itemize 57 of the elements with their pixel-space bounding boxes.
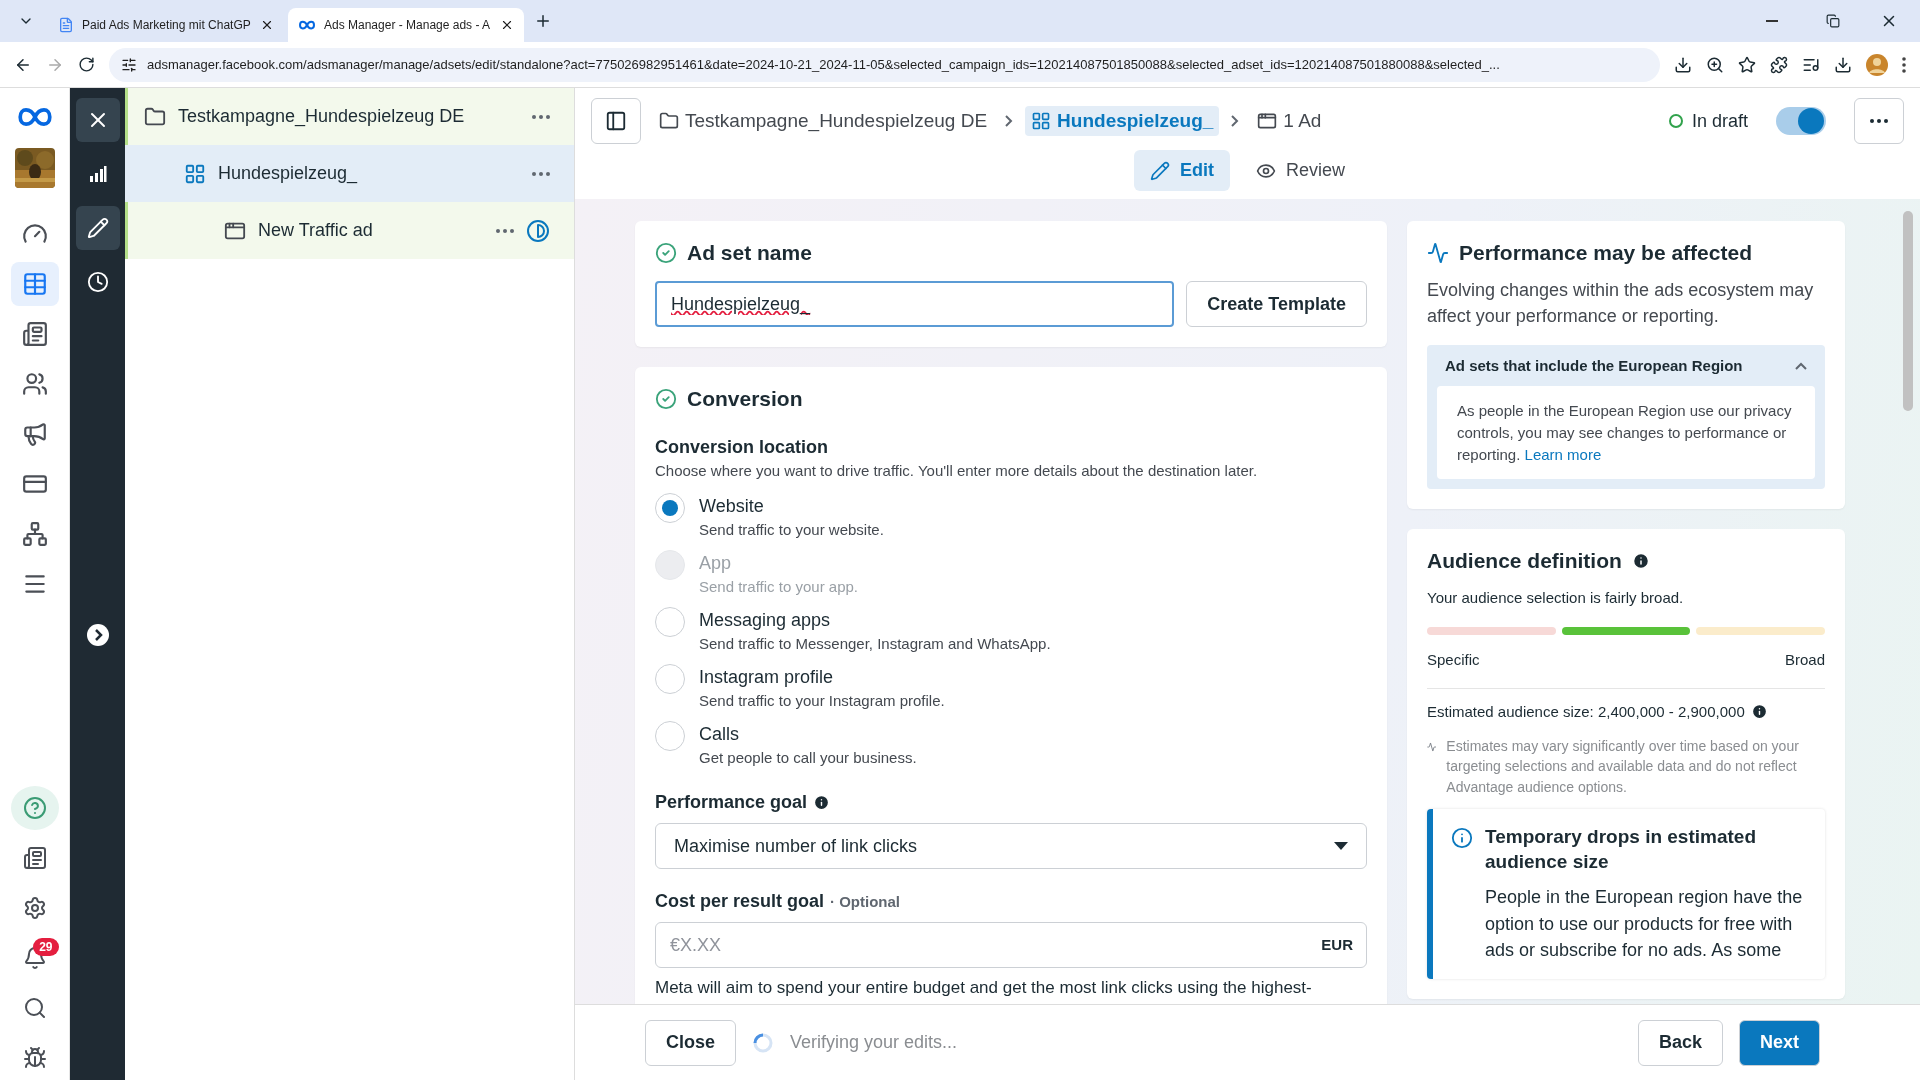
option-label: Calls bbox=[699, 724, 740, 745]
note-text: Meta will aim to spend your entire budget and get the most link clicks using the highest- bbox=[655, 977, 1313, 999]
audience-text: Your audience selection is fairly broad. bbox=[1427, 588, 1685, 609]
learn-more-link[interactable]: Learn more bbox=[1524, 445, 1602, 463]
performance-goal-dropdown[interactable]: Maximise number of link clicks bbox=[655, 823, 1367, 869]
accordion-text: As people in the European Region use our privacy controls, you may see changes to performance or reporting. Learn more bbox=[1437, 386, 1815, 480]
notice-text: Evolving changes within the ads ecosystem may affect your performance or reporting. bbox=[1427, 279, 1815, 329]
field-label: Cost per result goal bbox=[655, 891, 825, 912]
optional-label: · Optional bbox=[830, 893, 901, 910]
accordion-header[interactable]: Ad sets that include the European Region bbox=[1437, 355, 1815, 387]
option-description: Send traffic to your website. bbox=[699, 521, 884, 538]
notice-title: Temporary drops in estimated audience size bbox=[1485, 825, 1757, 874]
tree-item[interactable]: Testkampagne_Hundespielzeug DE bbox=[125, 88, 574, 145]
tab-title: Ads Manager - Manage ads - A bbox=[324, 18, 492, 32]
status-text: Verifying your edits... bbox=[790, 1032, 958, 1053]
notification-badge: 29 bbox=[33, 938, 59, 956]
tree-item-label: Hundespielzeug_ bbox=[218, 163, 359, 184]
field-label: Performance goal bbox=[655, 792, 808, 813]
breadcrumb-link[interactable]: 1 Ad bbox=[1251, 106, 1328, 136]
option-description: Send traffic to Messenger, Instagram and WhatsApp. bbox=[699, 635, 1051, 652]
option-label: Website bbox=[699, 496, 765, 517]
meter-min-label: Specific bbox=[1427, 651, 1480, 669]
back-button[interactable]: Back bbox=[1637, 1019, 1723, 1066]
create-template-button[interactable]: Create Template bbox=[1186, 281, 1367, 327]
tab-title: Paid Ads Marketing mit ChatGP bbox=[82, 18, 252, 32]
option-label: App bbox=[699, 553, 733, 574]
card-title: Ad set name bbox=[687, 241, 812, 265]
breadcrumb-link[interactable]: Testkampagne_Hundespielzeug DE bbox=[653, 106, 994, 136]
option-label: Messaging apps bbox=[699, 610, 832, 631]
notice-text: People in the European region have the option to use our products for free with ads or subscribe for no ads. As some bbox=[1485, 886, 1804, 962]
option-description: Send traffic to your app. bbox=[699, 578, 858, 595]
card-title: Conversion bbox=[687, 387, 803, 411]
mode-tab[interactable]: Edit bbox=[1134, 150, 1230, 191]
estimate-note: Estimates may vary significantly over time based on your targeting selections and available data and do not reflect Advantage audience options. bbox=[1446, 737, 1800, 797]
mode-tab[interactable]: Review bbox=[1240, 150, 1361, 191]
option-description: Send traffic to your Instagram profile. bbox=[699, 692, 945, 709]
currency-label: EUR bbox=[1321, 936, 1353, 953]
tree-item-label: Testkampagne_Hundespielzeug DE bbox=[178, 106, 466, 127]
tree-item-label: New Traffic ad bbox=[258, 220, 374, 241]
ad-set-name-input[interactable]: Hundespielzeug_ bbox=[655, 281, 1175, 327]
estimate-text: Estimated audience size: 2,400,000 - 2,900,000 bbox=[1427, 703, 1745, 721]
breadcrumb-link[interactable]: Hundespielzeug_ bbox=[1025, 106, 1220, 136]
card-title: Audience definition bbox=[1427, 549, 1622, 574]
browser-tab[interactable]: Paid Ads Marketing mit ChatGP bbox=[48, 8, 284, 42]
hint-text: Choose where you want to drive traffic. You'll enter more details about the destination later. bbox=[655, 462, 1259, 479]
close-button[interactable]: Close bbox=[645, 1019, 737, 1066]
tree-item[interactable]: Hundespielzeug_ bbox=[125, 145, 574, 202]
browser-tab[interactable]: Ads Manager - Manage ads - A bbox=[288, 8, 524, 42]
option-label: Instagram profile bbox=[699, 667, 835, 688]
section-label: Conversion location bbox=[655, 437, 830, 458]
option-description: Get people to call your business. bbox=[699, 749, 917, 766]
tree-item[interactable]: New Traffic ad bbox=[125, 202, 574, 259]
meter-max-label: Broad bbox=[1784, 651, 1825, 669]
card-title: Performance may be affected bbox=[1459, 241, 1752, 265]
url-text: adsmanager.facebook.com/adsmanager/manage/adsets/edit/standalone?act=775026982951461&date=2024-10-21_2024-11-05&selected_campaign_ids=120214087501850088&selected_adset_ids=120214087501880088&selected_... bbox=[147, 57, 1500, 72]
status-label: In draft bbox=[1667, 110, 1748, 132]
next-button[interactable]: Next bbox=[1739, 1019, 1820, 1066]
